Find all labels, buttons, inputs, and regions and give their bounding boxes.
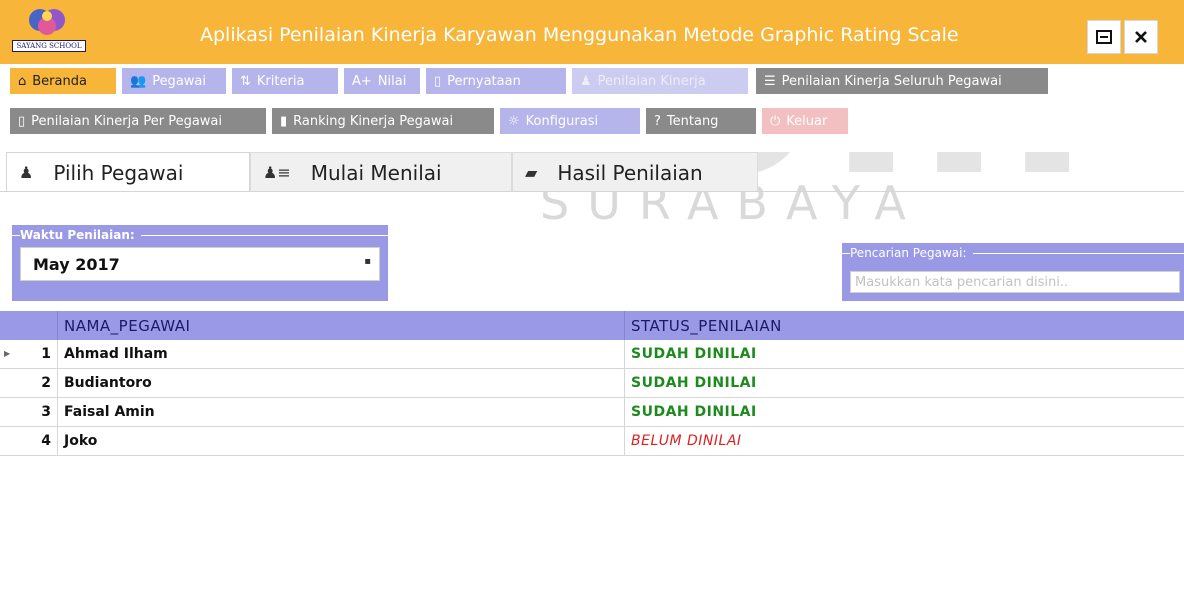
menu-label: Pernyataan [447, 73, 521, 89]
app-title: Aplikasi Penilaian Kinerja Karyawan Meng… [200, 24, 959, 46]
table-row[interactable]: 4 Joko BELUM DINILAI [0, 427, 1184, 456]
sort-icon: ⇅ [240, 73, 251, 89]
menu-beranda-button[interactable]: ⌂ Beranda [10, 68, 116, 94]
close-icon [1135, 31, 1147, 43]
tab-bar: ♟ Pilih Pegawai ♟≡ Mulai Menilai ▰ Hasil Pe… [0, 152, 1184, 192]
cell-status[interactable]: SUDAH DINILAI [625, 369, 1184, 397]
user-list-icon: ♟≡ [263, 163, 291, 182]
cell-status[interactable]: SUDAH DINILAI [625, 340, 1184, 368]
app-logo: SAYANG SCHOOL [10, 6, 86, 58]
users-icon: 👥 [130, 73, 147, 89]
tab-label: Mulai Menilai [310, 160, 442, 185]
menu-pernyataan-button[interactable]: ▯ Pernyataan [426, 68, 566, 94]
menu-konfigurasi-button[interactable]: ☼ Konfigurasi [500, 108, 640, 134]
tab-mulai-menilai[interactable]: ♟≡ Mulai Menilai [250, 152, 512, 192]
menu-label: Pegawai [152, 73, 206, 89]
period-value: May 2017 [33, 254, 120, 274]
user-select-icon: ♟ [19, 163, 34, 182]
minimize-button[interactable] [1087, 20, 1121, 54]
column-header-status[interactable]: STATUS_PENILAIAN [625, 311, 1184, 340]
document-icon: ▯ [434, 73, 442, 89]
current-row-icon: ▶ [4, 349, 11, 358]
row-number: 3 [0, 398, 58, 426]
waktu-penilaian-label: Waktu Penilaian: [20, 228, 141, 242]
gear-icon: ☼ [508, 113, 520, 129]
menu-nilai-button[interactable]: A+ Nilai [344, 68, 420, 94]
row-header-corner [0, 311, 58, 340]
menu-label: Ranking Kinerja Pegawai [293, 113, 454, 129]
cell-status[interactable]: SUDAH DINILAI [625, 398, 1184, 426]
row-number-text: 1 [41, 346, 51, 362]
minimize-icon [1096, 30, 1112, 44]
cell-status[interactable]: BELUM DINILAI [625, 427, 1184, 455]
table-row[interactable]: 3 Faisal Amin SUDAH DINILAI [0, 398, 1184, 427]
question-icon: ? [654, 113, 661, 129]
menu-label: Penilaian Kinerja [597, 73, 706, 89]
chevron-down-icon: ▪ [364, 256, 371, 267]
tab-hasil-penilaian[interactable]: ▰ Hasil Penilaian [512, 152, 758, 192]
waktu-penilaian-group: Waktu Penilaian: May 2017 ▪ [12, 225, 388, 301]
menu-pegawai-button[interactable]: 👥 Pegawai [122, 68, 226, 94]
menu-label: Keluar [786, 113, 828, 129]
cell-nama[interactable]: Joko [58, 427, 625, 455]
menu-label: Kriteria [256, 73, 305, 89]
menu-tentang-button[interactable]: ? Tentang [646, 108, 756, 134]
column-header-nama[interactable]: NAMA_PEGAWAI [58, 311, 625, 340]
bar-chart-icon: ▮ [280, 113, 288, 129]
employee-table: NAMA_PEGAWAI STATUS_PENILAIAN ▶ 1 Ahmad I… [0, 311, 1184, 456]
menu-label: Nilai [377, 73, 407, 89]
menu-ranking-button[interactable]: ▮ Ranking Kinerja Pegawai [272, 108, 494, 134]
menu-penilaian-seluruh-button[interactable]: ☰ Penilaian Kinerja Seluruh Pegawai [756, 68, 1048, 94]
list-icon: ☰ [764, 73, 776, 89]
tab-divider [0, 191, 1184, 192]
menu-penilaian-per-pegawai-button[interactable]: ▯ Penilaian Kinerja Per Pegawai [10, 108, 266, 134]
menu-penilaian-kinerja-button[interactable]: ♟ Penilaian Kinerja [572, 68, 748, 94]
menu-label: Penilaian Kinerja Per Pegawai [31, 113, 222, 129]
table-row[interactable]: ▶ 1 Ahmad Ilham SUDAH DINILAI [0, 340, 1184, 369]
table-header: NAMA_PEGAWAI STATUS_PENILAIAN [0, 311, 1184, 340]
tab-label: Hasil Penilaian [557, 160, 703, 185]
logo-text: SAYANG SCHOOL [12, 40, 86, 52]
row-number: 2 [0, 369, 58, 397]
row-number: 4 [0, 427, 58, 455]
user-check-icon: ♟ [580, 73, 592, 89]
menu-bar: ⌂ Beranda 👥 Pegawai ⇅ Kriteria A+ Nilai ▯ Per… [0, 64, 1184, 152]
power-icon: ⏻ [770, 113, 781, 129]
tab-pilih-pegawai[interactable]: ♟ Pilih Pegawai [6, 152, 250, 192]
cell-nama[interactable]: Budiantoro [58, 369, 625, 397]
menu-keluar-button[interactable]: ⏻ Keluar [762, 108, 848, 134]
menu-label: Tentang [666, 113, 719, 129]
table-row[interactable]: 2 Budiantoro SUDAH DINILAI [0, 369, 1184, 398]
menu-kriteria-button[interactable]: ⇅ Kriteria [232, 68, 338, 94]
grade-icon: A+ [352, 73, 372, 89]
search-input[interactable]: Masukkan kata pencarian disini.. [850, 271, 1180, 293]
menu-label: Penilaian Kinerja Seluruh Pegawai [781, 73, 1002, 89]
cell-nama[interactable]: Faisal Amin [58, 398, 625, 426]
cell-nama[interactable]: Ahmad Ilham [58, 340, 625, 368]
period-select[interactable]: May 2017 ▪ [20, 247, 380, 281]
menu-label: Beranda [32, 73, 87, 89]
row-number: ▶ 1 [0, 340, 58, 368]
menu-label: Konfigurasi [525, 113, 599, 129]
pencarian-pegawai-label: Pencarian Pegawai: [850, 246, 973, 260]
result-icon: ▰ [525, 163, 538, 182]
tab-label: Pilih Pegawai [53, 160, 184, 185]
close-button[interactable] [1124, 20, 1158, 54]
pencarian-pegawai-group: Pencarian Pegawai: Masukkan kata pencari… [842, 243, 1184, 301]
logo-graphic [29, 9, 65, 35]
document-icon: ▯ [18, 113, 26, 129]
home-icon: ⌂ [18, 73, 27, 89]
title-bar: SAYANG SCHOOL Aplikasi Penilaian Kinerja… [0, 0, 1184, 64]
